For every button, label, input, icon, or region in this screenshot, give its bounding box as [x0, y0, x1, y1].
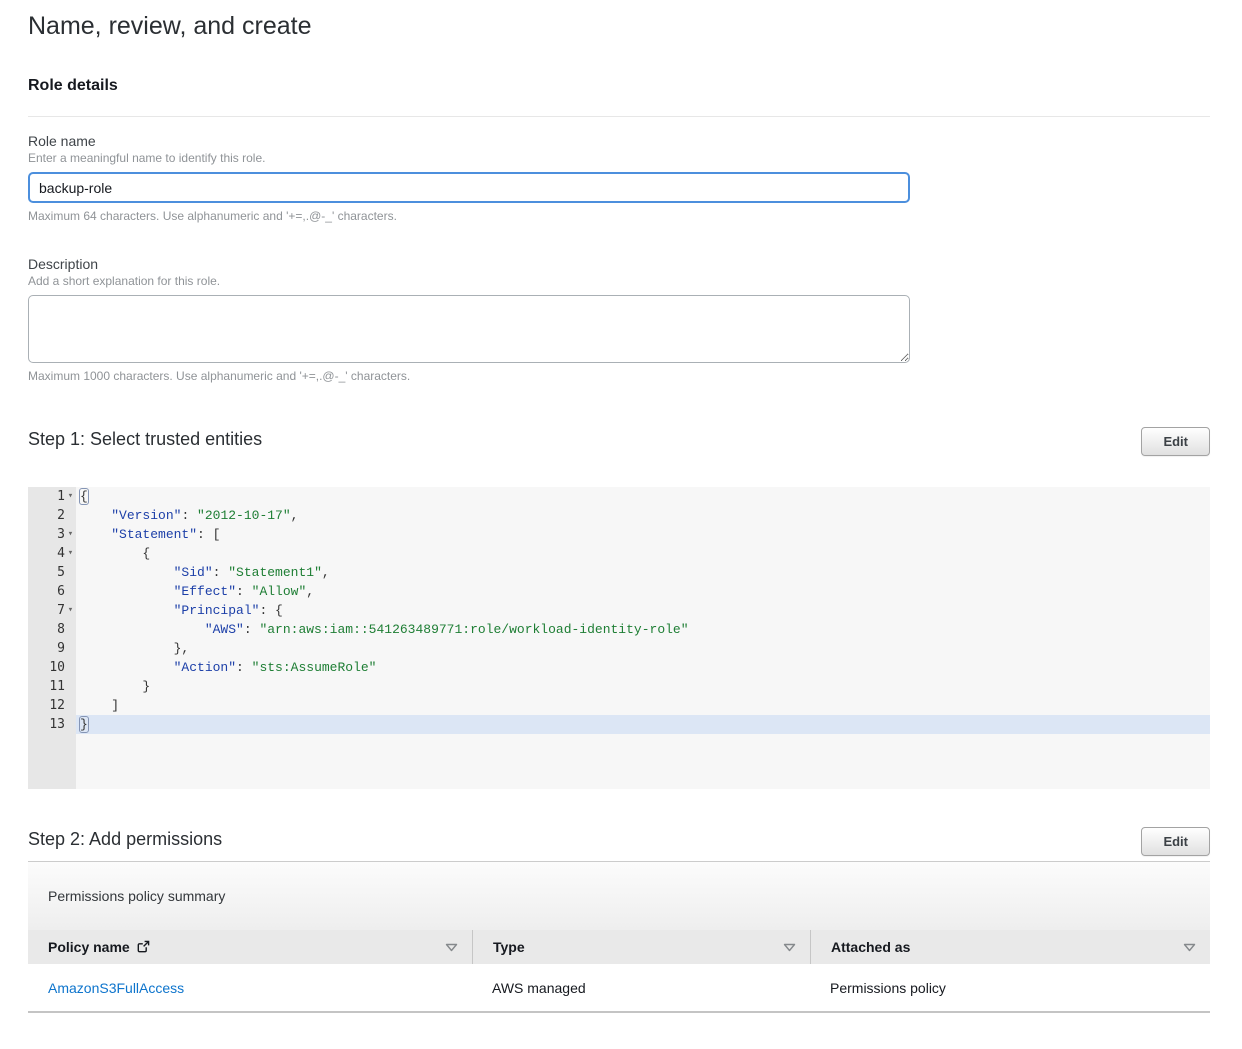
editor-line-number: 12 — [28, 696, 76, 715]
table-row: AmazonS3FullAccess AWS managed Permissio… — [28, 964, 1210, 1013]
fold-arrow-icon[interactable]: ▾ — [65, 487, 76, 506]
description-textarea[interactable] — [28, 295, 910, 363]
editor-line[interactable]: 8 "AWS": "arn:aws:iam::541263489771:role… — [28, 620, 1210, 639]
editor-line-number: 10 — [28, 658, 76, 677]
editor-code-line[interactable]: { — [76, 544, 1210, 563]
step2-edit-button[interactable]: Edit — [1141, 827, 1210, 856]
policy-name-cell: AmazonS3FullAccess — [28, 980, 472, 996]
role-name-input[interactable] — [28, 172, 910, 203]
editor-line-number: 4▾ — [28, 544, 76, 563]
column-label: Type — [493, 939, 525, 955]
description-field-group: Description Add a short explanation for … — [28, 256, 1210, 383]
editor-line-number: 7▾ — [28, 601, 76, 620]
role-name-field-group: Role name Enter a meaningful name to ide… — [28, 133, 1210, 223]
editor-code-line[interactable]: "Principal": { — [76, 601, 1210, 620]
column-header-type[interactable]: Type — [472, 930, 810, 964]
editor-code-line[interactable]: ] — [76, 696, 1210, 715]
policy-type-cell: AWS managed — [472, 980, 810, 996]
editor-line[interactable]: 1▾{ — [28, 487, 1210, 506]
editor-code-line[interactable]: } — [76, 715, 1210, 734]
editor-line[interactable]: 12 ] — [28, 696, 1210, 715]
step2-heading: Step 2: Add permissions — [28, 827, 222, 850]
step2-header-row: Step 2: Add permissions Edit — [28, 827, 1210, 856]
description-label: Description — [28, 256, 1210, 272]
editor-line[interactable]: 6 "Effect": "Allow", — [28, 582, 1210, 601]
fold-arrow-icon[interactable]: ▾ — [65, 525, 76, 544]
step1-edit-button[interactable]: Edit — [1141, 427, 1210, 456]
editor-code-line[interactable]: }, — [76, 639, 1210, 658]
editor-line[interactable]: 7▾ "Principal": { — [28, 601, 1210, 620]
role-name-label: Role name — [28, 133, 1210, 149]
editor-line-number: 8 — [28, 620, 76, 639]
editor-line[interactable]: 3▾ "Statement": [ — [28, 525, 1210, 544]
editor-code-line[interactable]: "Sid": "Statement1", — [76, 563, 1210, 582]
permissions-panel-title: Permissions policy summary — [28, 862, 1210, 930]
editor-code-line[interactable]: } — [76, 677, 1210, 696]
editor-code-line[interactable]: "Action": "sts:AssumeRole" — [76, 658, 1210, 677]
editor-line[interactable]: 9 }, — [28, 639, 1210, 658]
fold-arrow-icon[interactable]: ▾ — [65, 601, 76, 620]
editor-line-number: 13 — [28, 715, 76, 734]
editor-line-number: 1▾ — [28, 487, 76, 506]
external-link-icon — [137, 940, 150, 956]
editor-line-number: 11 — [28, 677, 76, 696]
column-label: Policy name — [48, 939, 130, 955]
editor-code-line[interactable]: "Statement": [ — [76, 525, 1210, 544]
editor-code-line[interactable]: "Version": "2012-10-17", — [76, 506, 1210, 525]
column-filter-icon[interactable] — [783, 939, 796, 955]
editor-line-number: 5 — [28, 563, 76, 582]
editor-line[interactable]: 10 "Action": "sts:AssumeRole" — [28, 658, 1210, 677]
editor-code-line[interactable]: "AWS": "arn:aws:iam::541263489771:role/w… — [76, 620, 1210, 639]
role-name-hint: Enter a meaningful name to identify this… — [28, 151, 1210, 165]
column-header-attached-as[interactable]: Attached as — [810, 930, 1210, 964]
editor-line[interactable]: 5 "Sid": "Statement1", — [28, 563, 1210, 582]
permissions-table-header: Policy name Type — [28, 930, 1210, 964]
policy-editor-lines: 1▾{2 "Version": "2012-10-17",3▾ "Stateme… — [28, 487, 1210, 734]
step1-heading: Step 1: Select trusted entities — [28, 427, 262, 450]
editor-line[interactable]: 11 } — [28, 677, 1210, 696]
page-title: Name, review, and create — [28, 12, 1210, 41]
column-filter-icon[interactable] — [445, 939, 458, 955]
divider — [28, 116, 1210, 117]
editor-line[interactable]: 4▾ { — [28, 544, 1210, 563]
editor-code-line[interactable]: { — [76, 487, 1210, 506]
editor-code-line[interactable]: "Effect": "Allow", — [76, 582, 1210, 601]
description-constraint: Maximum 1000 characters. Use alphanumeri… — [28, 369, 1210, 383]
column-header-policy-name[interactable]: Policy name — [28, 930, 472, 964]
column-label: Attached as — [831, 939, 910, 955]
policy-name-link[interactable]: AmazonS3FullAccess — [48, 980, 184, 996]
column-filter-icon[interactable] — [1183, 939, 1196, 955]
editor-line-number: 3▾ — [28, 525, 76, 544]
step1-header-row: Step 1: Select trusted entities Edit — [28, 427, 1210, 456]
editor-line-number: 9 — [28, 639, 76, 658]
role-details-heading: Role details — [28, 77, 1210, 95]
attached-as-cell: Permissions policy — [810, 980, 1210, 996]
editor-line-number: 6 — [28, 582, 76, 601]
permissions-policy-summary-panel: Permissions policy summary Policy name — [28, 861, 1210, 1013]
trust-policy-editor[interactable]: 1▾{2 "Version": "2012-10-17",3▾ "Stateme… — [28, 487, 1210, 789]
editor-line[interactable]: 2 "Version": "2012-10-17", — [28, 506, 1210, 525]
editor-line-number: 2 — [28, 506, 76, 525]
editor-line[interactable]: 13} — [28, 715, 1210, 734]
description-hint: Add a short explanation for this role. — [28, 274, 1210, 288]
role-name-constraint: Maximum 64 characters. Use alphanumeric … — [28, 209, 1210, 223]
fold-arrow-icon[interactable]: ▾ — [65, 544, 76, 563]
